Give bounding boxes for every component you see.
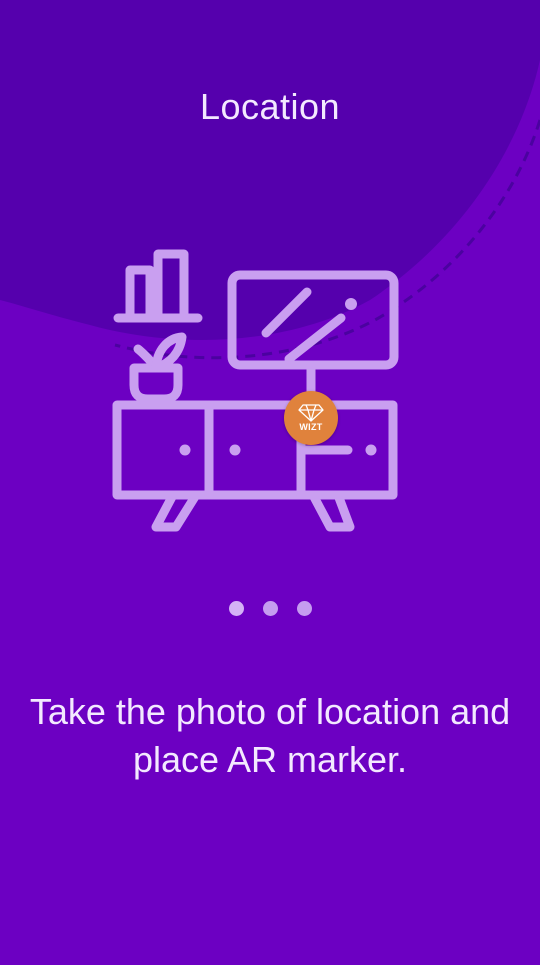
onboarding-description: Take the photo of location and place AR … (29, 691, 511, 780)
marker-logo-text: WIZT (299, 422, 323, 432)
ar-marker: WIZT (284, 391, 338, 445)
page-dot-1[interactable] (228, 601, 244, 616)
furniture-tv-stand-icon (112, 249, 399, 532)
diamond-logo-icon (298, 404, 324, 422)
onboarding-screen: Location WIZT Take the photo of location… (0, 0, 540, 965)
page-dot-3[interactable] (296, 601, 312, 616)
page-indicator (0, 601, 540, 617)
page-title: Location (199, 86, 341, 127)
page-dot-2[interactable] (262, 601, 278, 616)
